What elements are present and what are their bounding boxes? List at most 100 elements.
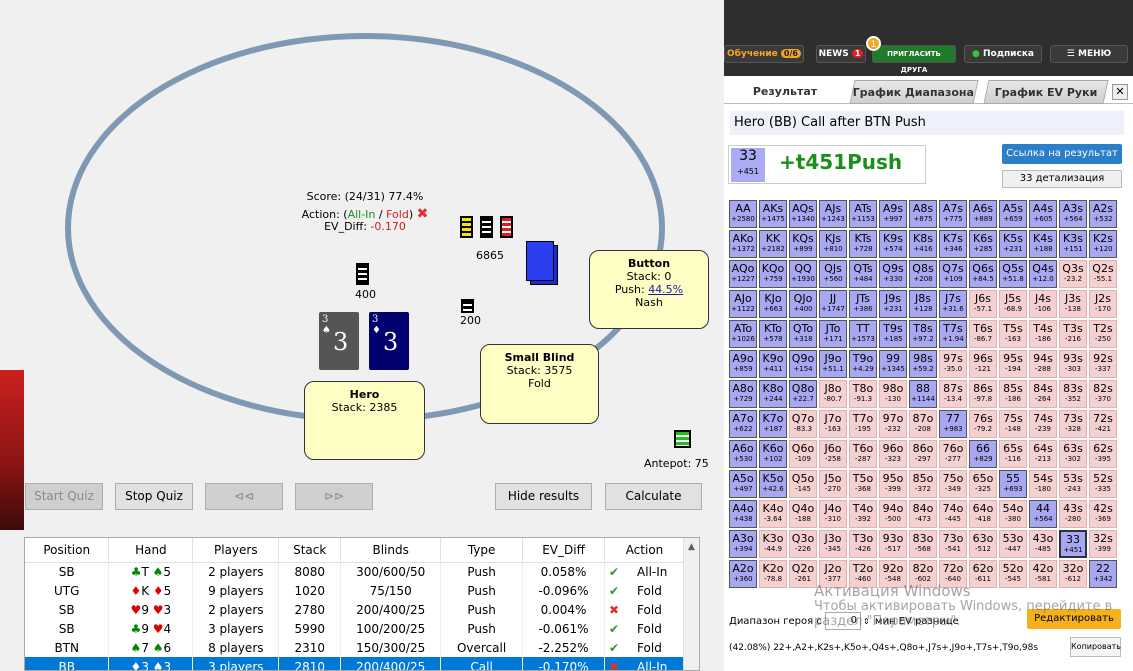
range-cell-55[interactable]: 55 +693	[999, 470, 1027, 498]
range-cell-A6s[interactable]: A6s +889	[969, 200, 997, 228]
range-cell-A9s[interactable]: A9s +997	[879, 200, 907, 228]
range-cell-64o[interactable]: 64o -418	[969, 500, 997, 528]
range-cell-74o[interactable]: 74o -445	[939, 500, 967, 528]
range-cell-QJo[interactable]: QJo +400	[789, 290, 817, 318]
range-cell-J2o[interactable]: J2o -377	[819, 560, 847, 588]
range-cell-AQo[interactable]: AQo +1227	[729, 260, 757, 288]
range-cell-54o[interactable]: 54o -380	[999, 500, 1027, 528]
range-cell-22[interactable]: 22 +342	[1089, 560, 1117, 588]
range-cell-KTs[interactable]: KTs +728	[849, 230, 877, 258]
range-cell-Q9o[interactable]: Q9o +154	[789, 350, 817, 378]
range-cell-J4s[interactable]: J4s -106	[1029, 290, 1057, 318]
range-cell-T8o[interactable]: T8o -91.3	[849, 380, 877, 408]
range-cell-T7o[interactable]: T7o -195	[849, 410, 877, 438]
range-cell-T2o[interactable]: T2o -460	[849, 560, 877, 588]
range-cell-98s[interactable]: 98s +59.2	[909, 350, 937, 378]
range-cell-65o[interactable]: 65o -325	[969, 470, 997, 498]
range-cell-T8s[interactable]: T8s +97.2	[909, 320, 937, 348]
range-cell-A7s[interactable]: A7s +775	[939, 200, 967, 228]
range-cell-Q6s[interactable]: Q6s +84.5	[969, 260, 997, 288]
range-cell-64s[interactable]: 64s -213	[1029, 440, 1057, 468]
range-cell-96o[interactable]: 96o -323	[879, 440, 907, 468]
range-cell-92s[interactable]: 92s -337	[1089, 350, 1117, 378]
range-cell-Q2o[interactable]: Q2o -261	[789, 560, 817, 588]
range-cell-TT[interactable]: TT +1573	[849, 320, 877, 348]
range-cell-A5s[interactable]: A5s +659	[999, 200, 1027, 228]
table-row[interactable]: UTG ♦K ♦5 9 players 1020 75/150 Push -0.096% ✔…	[25, 581, 686, 600]
range-cell-K9o[interactable]: K9o +411	[759, 350, 787, 378]
range-cell-Q5o[interactable]: Q5o -145	[789, 470, 817, 498]
range-cell-QTo[interactable]: QTo +318	[789, 320, 817, 348]
range-cell-AJo[interactable]: AJo +1122	[729, 290, 757, 318]
prev-button[interactable]: ⊲⊲	[205, 483, 283, 510]
range-cell-A7o[interactable]: A7o +622	[729, 410, 757, 438]
tab-result[interactable]: Результат	[730, 80, 840, 104]
range-cell-A9o[interactable]: A9o +859	[729, 350, 757, 378]
column-header[interactable]: Blinds	[340, 538, 442, 563]
range-cell-97o[interactable]: 97o -232	[879, 410, 907, 438]
column-header[interactable]: Players	[192, 538, 280, 563]
range-cell-76o[interactable]: 76o -277	[939, 440, 967, 468]
range-cell-93s[interactable]: 93s -303	[1059, 350, 1087, 378]
range-cell-QTs[interactable]: QTs +484	[849, 260, 877, 288]
range-cell-Q6o[interactable]: Q6o -109	[789, 440, 817, 468]
range-cell-A8s[interactable]: A8s +875	[909, 200, 937, 228]
range-cell-75s[interactable]: 75s -148	[999, 410, 1027, 438]
stepper-icon[interactable]: ⇕	[863, 617, 870, 626]
range-cell-A6o[interactable]: A6o +530	[729, 440, 757, 468]
range-cell-ATs[interactable]: ATs +1153	[849, 200, 877, 228]
range-cell-J3o[interactable]: J3o -345	[819, 530, 847, 558]
range-cell-K2s[interactable]: K2s +120	[1089, 230, 1117, 258]
range-cell-42s[interactable]: 42s -369	[1089, 500, 1117, 528]
range-cell-82o[interactable]: 82o -602	[909, 560, 937, 588]
column-header[interactable]: Hand	[108, 538, 194, 563]
range-cell-85o[interactable]: 85o -372	[909, 470, 937, 498]
range-cell-77[interactable]: 77 +983	[939, 410, 967, 438]
range-cell-A8o[interactable]: A8o +729	[729, 380, 757, 408]
range-cell-J4o[interactable]: J4o -310	[819, 500, 847, 528]
subscription-button[interactable]: ● Подписка	[964, 45, 1042, 63]
range-cell-K8o[interactable]: K8o +244	[759, 380, 787, 408]
range-cell-62s[interactable]: 62s -395	[1089, 440, 1117, 468]
range-cell-J6o[interactable]: J6o -258	[819, 440, 847, 468]
range-cell-K5o[interactable]: K5o +42.6	[759, 470, 787, 498]
table-row[interactable]: SB ♥9 ♥3 2 players 2780 200/400/25 Push 0.004…	[25, 600, 686, 619]
detail-button[interactable]: 33 детализация	[1002, 170, 1122, 188]
range-cell-Q8s[interactable]: Q8s +208	[909, 260, 937, 288]
range-cell-32o[interactable]: 32o -612	[1059, 560, 1087, 588]
stop-quiz-button[interactable]: Stop Quiz	[115, 483, 193, 510]
range-cell-85s[interactable]: 85s -186	[999, 380, 1027, 408]
range-cell-K2o[interactable]: K2o -78.8	[759, 560, 787, 588]
scroll-up-icon[interactable]: ▲	[684, 542, 699, 552]
range-cell-AKo[interactable]: AKo +1372	[729, 230, 757, 258]
close-icon[interactable]: ✕	[1112, 84, 1128, 100]
range-cell-K9s[interactable]: K9s +574	[879, 230, 907, 258]
range-cell-J9s[interactable]: J9s +231	[879, 290, 907, 318]
range-cell-97s[interactable]: 97s -35.0	[939, 350, 967, 378]
range-cell-42o[interactable]: 42o -581	[1029, 560, 1057, 588]
range-cell-QJs[interactable]: QJs +560	[819, 260, 847, 288]
range-cell-95o[interactable]: 95o -399	[879, 470, 907, 498]
next-button[interactable]: ⊳⊳	[295, 483, 373, 510]
news-button[interactable]: NEWS 1	[816, 45, 866, 63]
range-cell-K7o[interactable]: K7o +187	[759, 410, 787, 438]
range-cell-43s[interactable]: 43s -280	[1059, 500, 1087, 528]
range-cell-95s[interactable]: 95s -194	[999, 350, 1027, 378]
range-cell-87o[interactable]: 87o -208	[909, 410, 937, 438]
range-cell-A4o[interactable]: A4o +438	[729, 500, 757, 528]
range-cell-KJo[interactable]: KJo +663	[759, 290, 787, 318]
range-cell-JTo[interactable]: JTo +171	[819, 320, 847, 348]
history-scrollbar[interactable]: ▲	[683, 538, 699, 670]
range-cell-Q3o[interactable]: Q3o -226	[789, 530, 817, 558]
range-cell-AQs[interactable]: AQs +1340	[789, 200, 817, 228]
range-cell-73s[interactable]: 73s -328	[1059, 410, 1087, 438]
range-cell-A2o[interactable]: A2o +360	[729, 560, 757, 588]
range-cell-J3s[interactable]: J3s -138	[1059, 290, 1087, 318]
range-cell-Q3s[interactable]: Q3s -23.2	[1059, 260, 1087, 288]
range-cell-KTo[interactable]: KTo +578	[759, 320, 787, 348]
range-cell-J7o[interactable]: J7o -163	[819, 410, 847, 438]
range-cell-83s[interactable]: 83s -352	[1059, 380, 1087, 408]
range-cell-T6s[interactable]: T6s -86.7	[969, 320, 997, 348]
range-cell-JJ[interactable]: JJ +1747	[819, 290, 847, 318]
table-row[interactable]: SB ♣9 ♥4 3 players 5990 100/200/25 Push -0.06…	[25, 619, 686, 638]
